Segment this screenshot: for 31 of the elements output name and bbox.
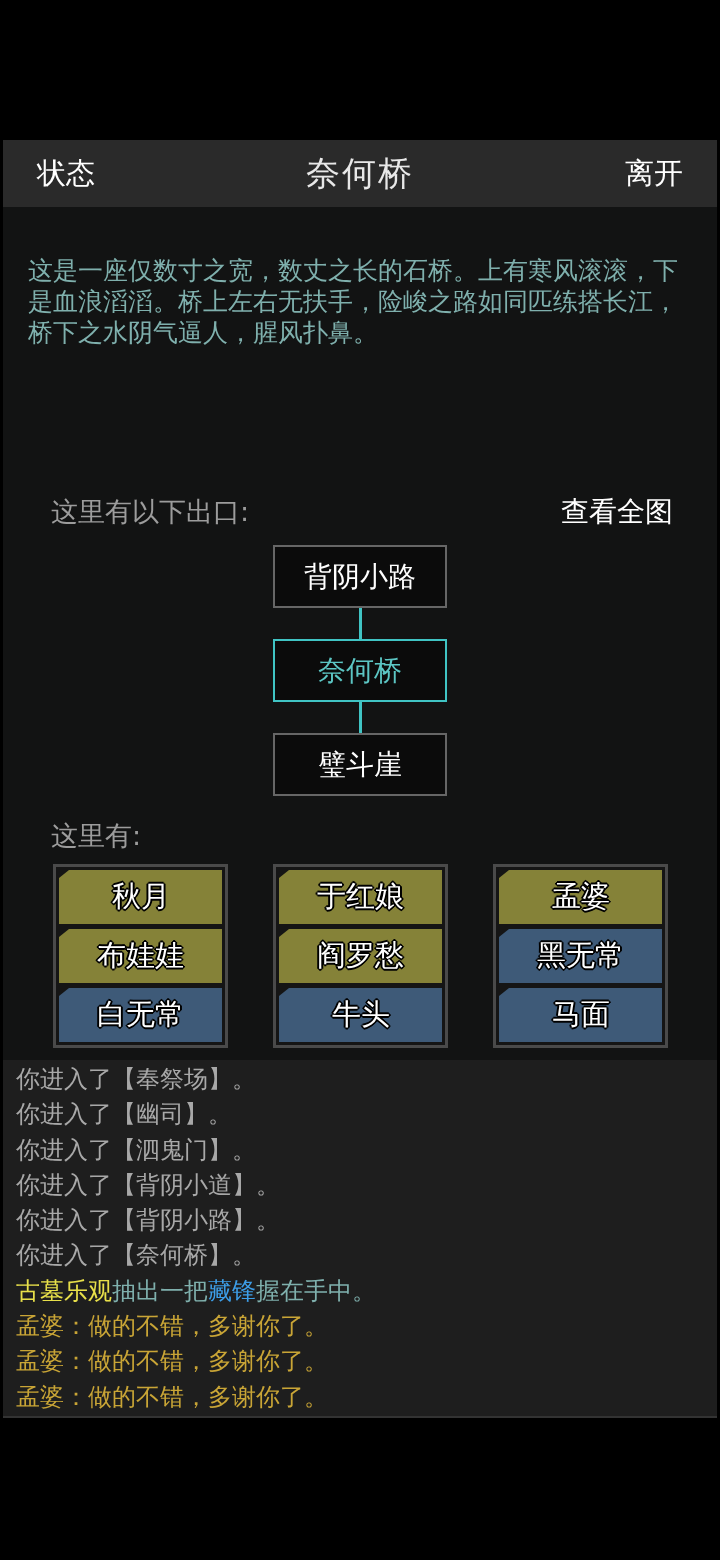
log-line: 你进入了【泗鬼门】。 xyxy=(16,1134,257,1166)
log-line: 你进入了【背阴小道】。 xyxy=(16,1169,281,1201)
location-description: 这是一座仅数寸之宽，数丈之长的石桥。上有寒风滚滚，下是血浪滔滔。桥上左右无扶手，险峻之路如同匹练搭长江，桥下之水阴气逼人，腥风扑鼻。 xyxy=(27,255,679,348)
log-line: 古墓乐观抽出一把藏锋握在手中。 xyxy=(16,1275,377,1307)
log-line: 你进入了【背阴小路】。 xyxy=(16,1205,281,1237)
exits-label: 这里有以下出口: xyxy=(51,495,250,529)
npc-button[interactable]: 孟婆 xyxy=(499,870,662,924)
npc-button[interactable]: 于红娘 xyxy=(279,870,442,924)
log-line: 你进入了【奈何桥】。 xyxy=(16,1240,257,1272)
connector-line xyxy=(358,702,362,733)
log-line: 你进入了【奉祭场】。 xyxy=(16,1064,257,1095)
room-node[interactable]: 奈何桥 xyxy=(273,639,447,702)
npc-button[interactable]: 牛头 xyxy=(279,988,442,1042)
npc-label: 这里有: xyxy=(51,819,143,853)
npc-button[interactable]: 白无常 xyxy=(59,988,222,1042)
npc-button[interactable]: 马面 xyxy=(499,988,662,1042)
room-node[interactable]: 背阴小路 xyxy=(273,545,447,608)
log-line: 你进入了【幽司】。 xyxy=(16,1099,233,1131)
log-line: 孟婆：做的不错，多谢你了。 xyxy=(16,1311,329,1343)
leave-button[interactable]: 离开 xyxy=(625,153,683,194)
view-map-link[interactable]: 查看全图 xyxy=(561,493,673,531)
connector-line xyxy=(358,608,362,639)
room-node[interactable]: 璧斗崖 xyxy=(273,733,447,796)
log-line: 孟婆：做的不错，多谢你了。 xyxy=(16,1381,329,1413)
npc-button[interactable]: 秋月 xyxy=(59,870,222,924)
npc-button[interactable]: 布娃娃 xyxy=(59,929,222,983)
status-button[interactable]: 状态 xyxy=(37,153,95,194)
log-line: 孟婆：做的不错，多谢你了。 xyxy=(16,1346,329,1378)
location-title: 奈何桥 xyxy=(306,151,414,195)
npc-button[interactable]: 黑无常 xyxy=(499,929,662,983)
npc-button[interactable]: 阎罗愁 xyxy=(279,929,442,983)
